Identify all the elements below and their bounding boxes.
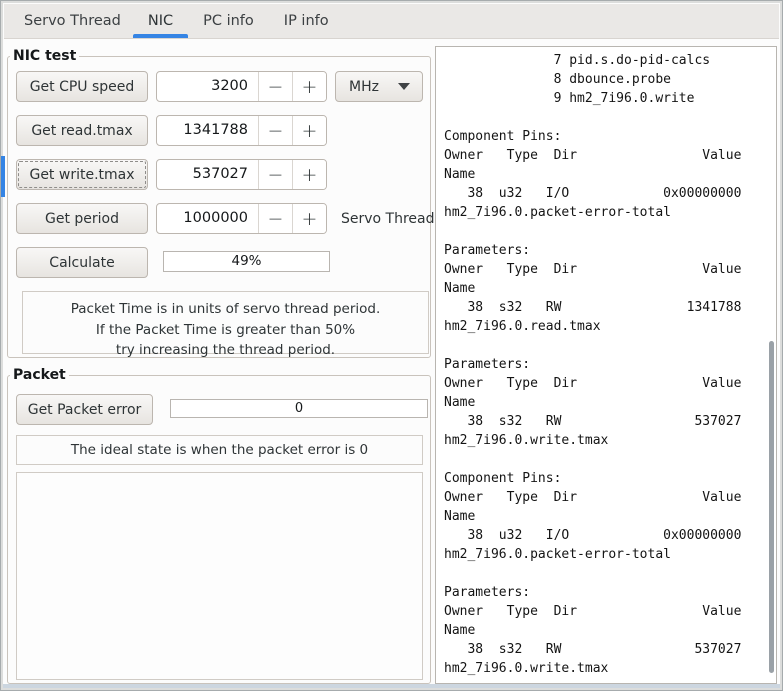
get-cpu-speed-button[interactable]: Get CPU speed [16, 71, 148, 102]
write-tmax-value[interactable]: 537027 [157, 160, 258, 189]
packet-error-note: The ideal state is when the packet error… [16, 435, 423, 465]
output-line: Component Pins: [444, 129, 562, 144]
empty-display-area [16, 472, 423, 680]
output-line: Owner Type Dir Value [444, 376, 742, 391]
tab-label: NIC [147, 13, 174, 29]
minus-icon[interactable]: − [258, 204, 292, 233]
minus-icon[interactable]: − [258, 72, 292, 101]
tab-label: Servo Thread [24, 13, 121, 29]
calculate-row: Calculate 49% [8, 247, 432, 278]
plus-icon[interactable]: + [292, 116, 326, 145]
active-tab-underline [132, 34, 189, 38]
chevron-down-icon [398, 83, 410, 90]
hal-output-panel[interactable]: 7 pid.s.do-pid-calcs 8 dbounce.probe 9 h… [435, 46, 777, 684]
servo-thread-label: Servo Thread [341, 210, 435, 227]
output-line: Name [444, 623, 476, 638]
app-window: Servo Thread NIC PC info IP info NIC tes… [0, 0, 783, 691]
period-row: Get period 1000000 − + Servo Thread [8, 203, 435, 234]
hal-output-text: 7 pid.s.do-pid-calcs 8 dbounce.probe 9 h… [444, 51, 762, 678]
group-title: NIC test [10, 47, 80, 66]
note-line: try increasing the thread period. [115, 342, 336, 358]
tab-label: IP info [283, 13, 329, 29]
write-tmax-row: Get write.tmax 537027 − + [8, 159, 432, 190]
output-line: 38 u32 I/O 0x00000000 [444, 528, 742, 543]
output-line: Owner Type Dir Value [444, 604, 742, 619]
output-line: Name [444, 281, 476, 296]
plus-icon[interactable]: + [292, 72, 326, 101]
packet-error-row: Get Packet error 0 [8, 394, 432, 425]
tab-pc-info[interactable]: PC info [188, 4, 269, 38]
output-line: Owner Type Dir Value [444, 262, 742, 277]
output-line: hm2_7i96.0.write.tmax [444, 661, 609, 676]
mhz-combobox[interactable]: MHz [335, 71, 423, 102]
get-packet-error-button[interactable]: Get Packet error [16, 394, 153, 425]
output-line: hm2_7i96.0.write.tmax [444, 433, 609, 448]
nic-test-group: NIC test Get CPU speed 3200 − + MHz Get … [7, 47, 435, 358]
output-line: 38 s32 RW 537027 [444, 414, 742, 429]
get-period-button[interactable]: Get period [16, 203, 148, 234]
output-line: 7 pid.s.do-pid-calcs [444, 53, 711, 68]
read-tmax-row: Get read.tmax 1341788 − + [8, 115, 432, 146]
minus-icon[interactable]: − [258, 160, 292, 189]
get-read-tmax-button[interactable]: Get read.tmax [16, 115, 148, 146]
tab-label: PC info [203, 13, 254, 29]
tab-bar: Servo Thread NIC PC info IP info [4, 4, 779, 39]
read-tmax-value[interactable]: 1341788 [157, 116, 258, 145]
minus-icon[interactable]: − [258, 116, 292, 145]
output-line: Parameters: [444, 243, 531, 258]
output-line: 38 u32 I/O 0x00000000 [444, 186, 742, 201]
plus-icon[interactable]: + [292, 160, 326, 189]
period-value[interactable]: 1000000 [157, 204, 258, 233]
tab-nic[interactable]: NIC [132, 4, 189, 38]
packet-time-note: Packet Time is in units of servo thread … [22, 291, 429, 358]
cpu-speed-row: Get CPU speed 3200 − + MHz [8, 71, 432, 102]
output-line: hm2_7i96.0.read.tmax [444, 319, 601, 334]
calculate-button[interactable]: Calculate [16, 247, 148, 278]
tab-servo-thread[interactable]: Servo Thread [12, 4, 133, 38]
output-line: Name [444, 167, 476, 182]
output-line: Parameters: [444, 585, 531, 600]
note-line: If the Packet Time is greater than 50% [95, 321, 356, 338]
output-line: Name [444, 395, 476, 410]
note-line: Packet Time is in units of servo thread … [70, 301, 381, 317]
output-line: Name [444, 509, 476, 524]
cpu-speed-value[interactable]: 3200 [157, 72, 258, 101]
vertical-scrollbar-thumb[interactable] [769, 341, 774, 673]
read-tmax-spinbox[interactable]: 1341788 − + [156, 115, 327, 146]
output-line: 9 hm2_7i96.0.write [444, 91, 695, 106]
plus-icon[interactable]: + [292, 204, 326, 233]
combo-selected-value: MHz [349, 78, 379, 95]
output-line: hm2_7i96.0.packet-error-total [444, 547, 671, 562]
output-line: Parameters: [444, 357, 531, 372]
output-line: 38 s32 RW 1341788 [444, 300, 742, 315]
packet-error-value-display: 0 [170, 399, 428, 418]
output-line: 8 dbounce.probe [444, 72, 671, 87]
packet-group: Packet Get Packet error 0 The ideal stat… [7, 366, 432, 684]
cpu-speed-spinbox[interactable]: 3200 − + [156, 71, 327, 102]
output-line: 38 s32 RW 537027 [444, 642, 742, 657]
write-tmax-spinbox[interactable]: 537027 − + [156, 159, 327, 190]
packet-time-percent-display: 49% [163, 251, 330, 272]
period-spinbox[interactable]: 1000000 − + [156, 203, 327, 234]
tab-ip-info[interactable]: IP info [269, 4, 344, 38]
get-write-tmax-button[interactable]: Get write.tmax [16, 159, 148, 190]
left-scroll-indicator[interactable] [1, 156, 5, 197]
output-line: Component Pins: [444, 471, 562, 486]
output-line: Owner Type Dir Value [444, 490, 742, 505]
group-title: Packet [10, 366, 69, 385]
window-bottom-edge [3, 684, 780, 688]
output-line: Owner Type Dir Value [444, 148, 742, 163]
output-line: hm2_7i96.0.packet-error-total [444, 205, 671, 220]
